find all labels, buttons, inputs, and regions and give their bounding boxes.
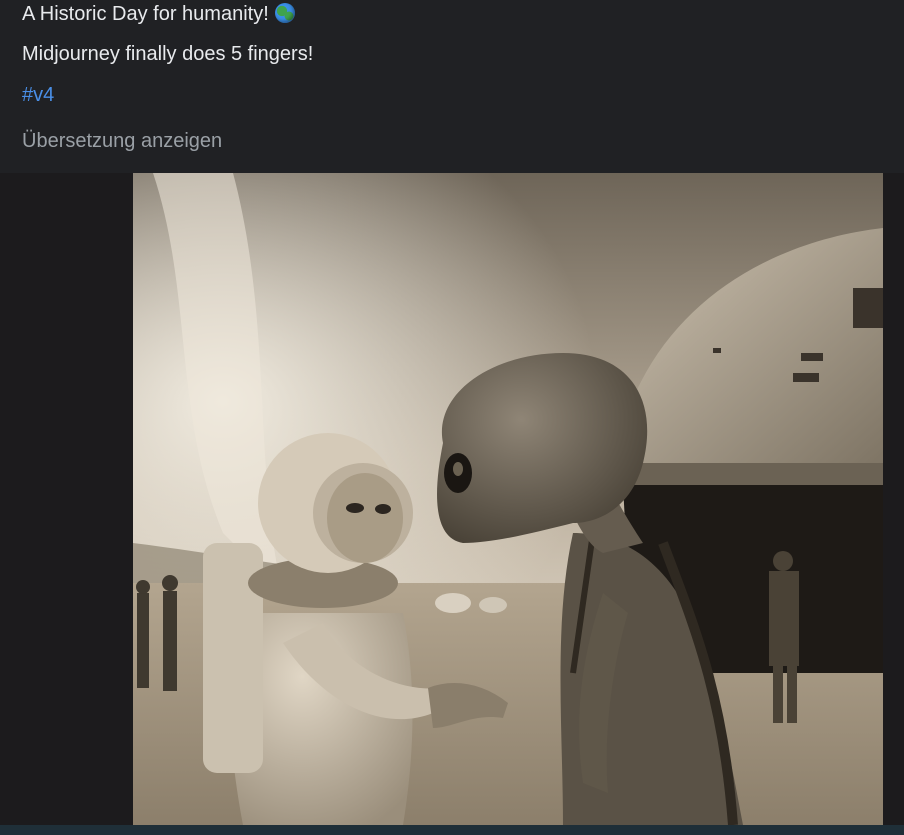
post-text-block: A Historic Day for humanity! Midjourney … xyxy=(0,0,904,173)
post-headline: A Historic Day for humanity! xyxy=(22,3,269,25)
show-translation-link[interactable]: Übersetzung anzeigen xyxy=(22,128,222,154)
photo-illustration xyxy=(133,173,883,825)
post-line-1: A Historic Day for humanity! xyxy=(22,1,295,27)
post-image[interactable] xyxy=(133,173,883,825)
hashtag-link[interactable]: #v4 xyxy=(22,82,54,108)
globe-emoji-icon xyxy=(274,3,295,23)
bottom-divider xyxy=(0,825,904,835)
media-container xyxy=(0,173,904,825)
post-line-2: Midjourney finally does 5 fingers! xyxy=(22,43,314,65)
